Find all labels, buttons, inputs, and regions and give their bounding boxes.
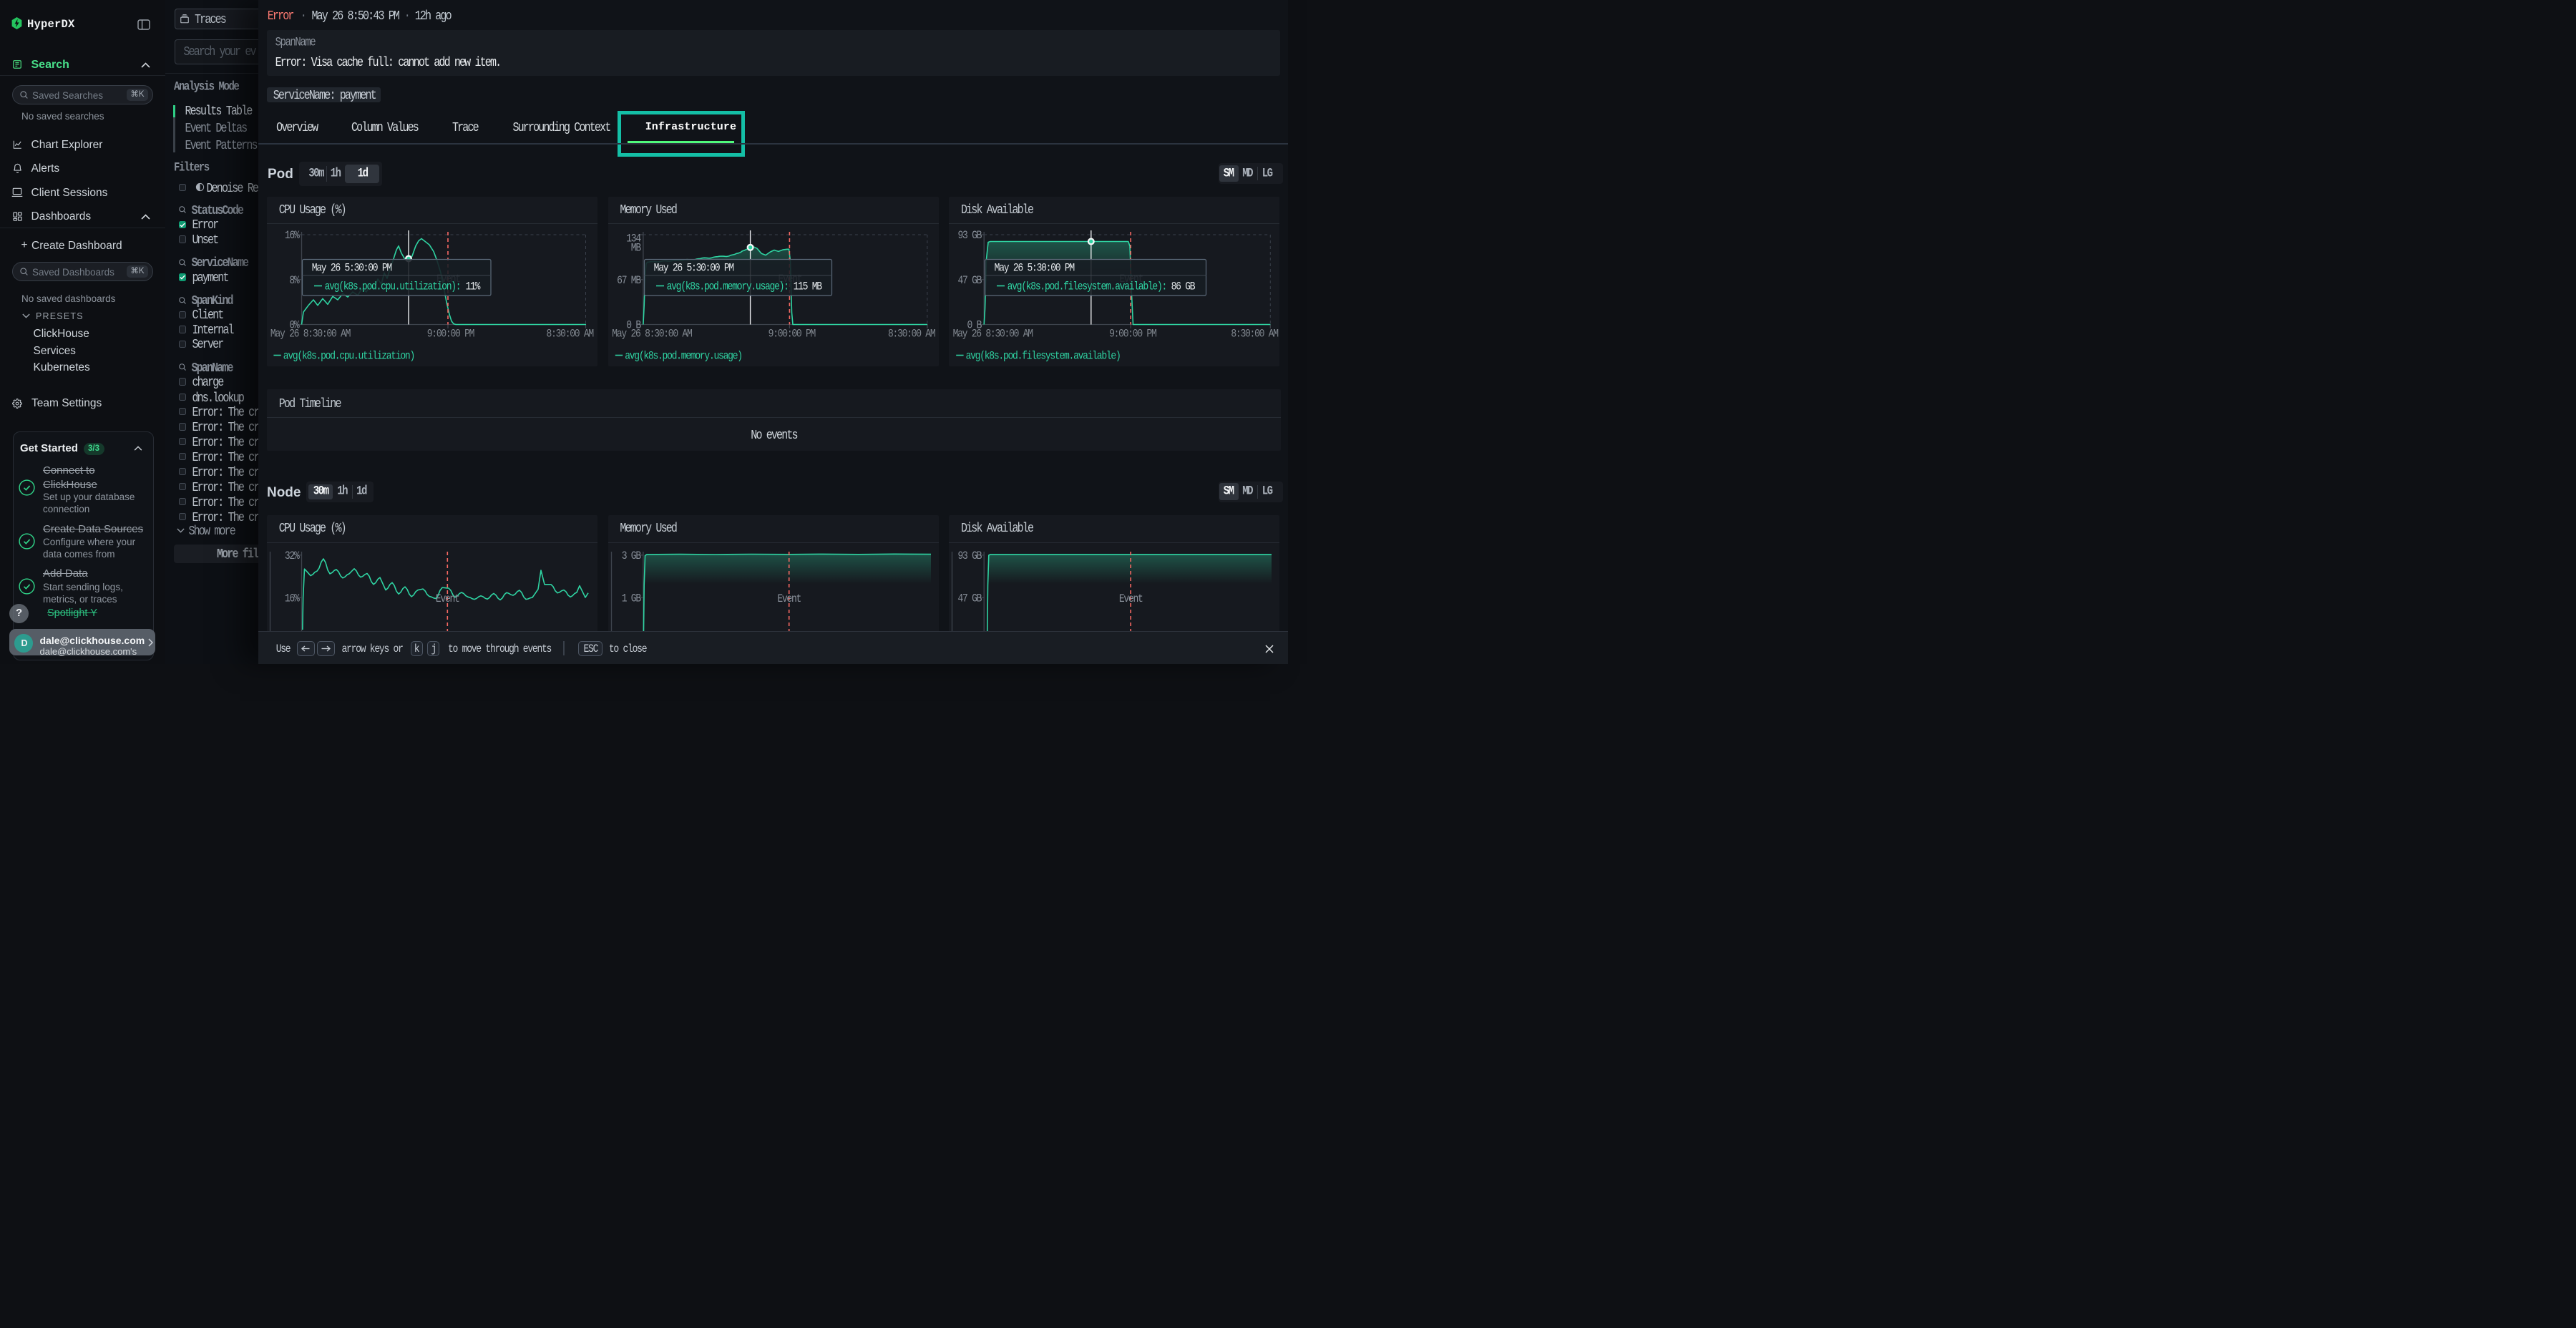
svg-text:avg(k8s.pod.filesystem.availab: avg(k8s.pod.filesystem.available): [1008,280,1166,293]
svg-text:May 26 8:30:00 AM: May 26 8:30:00 AM [612,328,692,340]
svg-text:May 26 5:30:00 PM: May 26 5:30:00 PM [995,263,1075,275]
svg-text:93 GB: 93 GB [958,550,982,562]
svg-text:47 GB: 47 GB [958,275,982,287]
svg-text:avg(k8s.pod.cpu.utilization):: avg(k8s.pod.cpu.utilization): [325,280,461,293]
svg-text:avg(k8s.pod.memory.usage):: avg(k8s.pod.memory.usage): [666,280,788,293]
svg-text:Event: Event [436,592,459,605]
svg-text:avg(k8s.pod.filesystem.availab: avg(k8s.pod.filesystem.available) [966,350,1121,362]
svg-text:8%: 8% [289,275,300,287]
svg-text:avg(k8s.pod.cpu.utilization): avg(k8s.pod.cpu.utilization) [283,350,414,362]
svg-text:9:00:00 PM: 9:00:00 PM [768,328,815,340]
svg-text:93 GB: 93 GB [958,230,982,242]
svg-text:Event: Event [777,592,801,605]
svg-text:8:30:00 AM: 8:30:00 AM [547,328,594,340]
svg-text:16%: 16% [285,592,300,605]
svg-text:9:00:00 PM: 9:00:00 PM [427,328,474,340]
svg-text:MB: MB [630,243,641,255]
svg-text:115 MB: 115 MB [793,280,822,293]
svg-text:67 MB: 67 MB [617,275,641,287]
svg-text:86 GB: 86 GB [1171,280,1196,293]
svg-text:avg(k8s.pod.memory.usage): avg(k8s.pod.memory.usage) [625,350,742,362]
svg-text:May 26 8:30:00 AM: May 26 8:30:00 AM [270,328,351,340]
svg-text:47 GB: 47 GB [958,592,982,605]
svg-text:Event: Event [1119,592,1143,605]
svg-text:16%: 16% [285,230,300,242]
svg-text:May 26 5:30:00 PM: May 26 5:30:00 PM [312,263,392,275]
svg-text:8:30:00 AM: 8:30:00 AM [888,328,935,340]
svg-text:1 GB: 1 GB [621,592,641,605]
svg-text:8:30:00 AM: 8:30:00 AM [1231,328,1279,340]
svg-text:11%: 11% [466,280,481,293]
svg-text:May 26 8:30:00 AM: May 26 8:30:00 AM [953,328,1033,340]
svg-text:9:00:00 PM: 9:00:00 PM [1109,328,1156,340]
svg-text:3 GB: 3 GB [621,550,641,562]
svg-text:May 26 5:30:00 PM: May 26 5:30:00 PM [653,263,733,275]
svg-text:32%: 32% [285,550,300,562]
